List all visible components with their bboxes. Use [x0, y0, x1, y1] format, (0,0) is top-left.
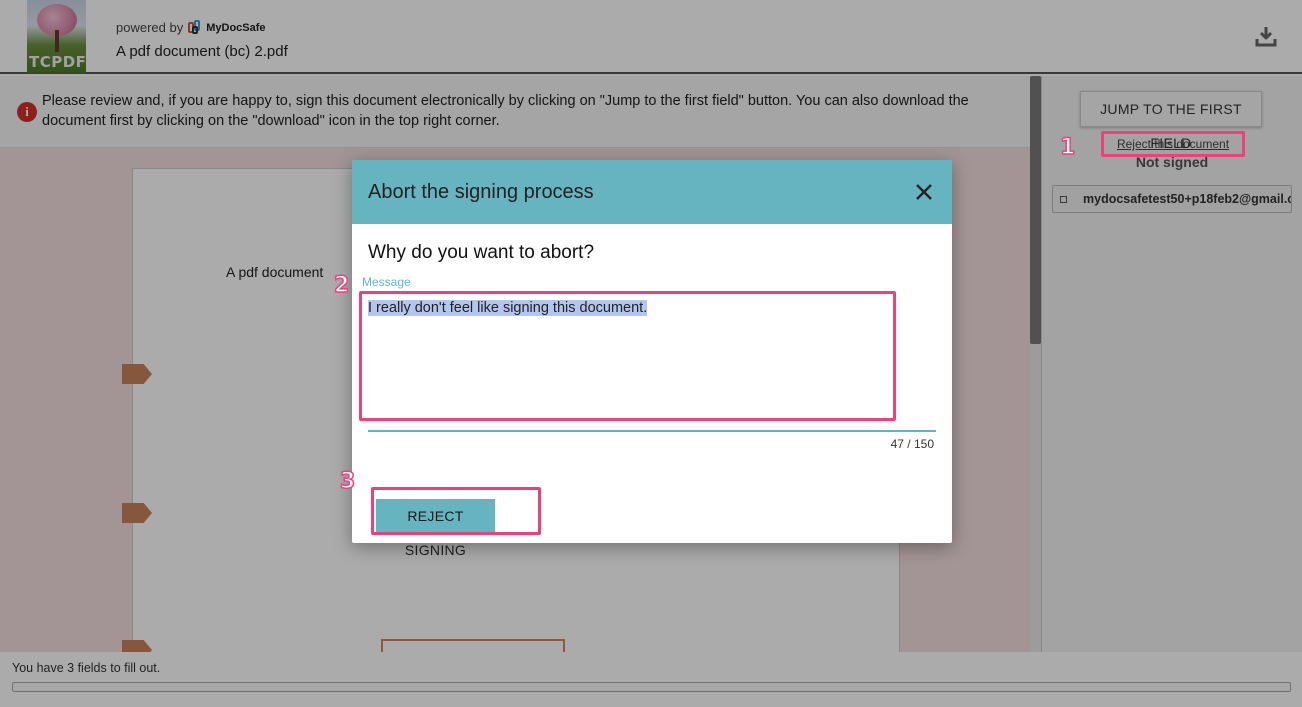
textarea-underline	[368, 430, 936, 432]
abort-signing-dialog: Abort the signing process Why do you wan…	[352, 160, 952, 558]
step-number-2: 2	[333, 272, 350, 299]
dialog-header: Abort the signing process	[352, 160, 952, 224]
close-icon[interactable]	[912, 180, 936, 204]
character-counter: 47 / 150	[890, 437, 934, 451]
reject-signing-button[interactable]: REJECT SIGNING	[376, 499, 495, 558]
dialog-question: Why do you want to abort?	[368, 242, 595, 263]
message-text: I really don't feel like signing this do…	[368, 300, 648, 316]
message-label: Message	[362, 275, 411, 289]
dialog-title: Abort the signing process	[368, 181, 594, 203]
step-number-3: 3	[339, 468, 356, 495]
message-textarea[interactable]: I really don't feel like signing this do…	[368, 300, 936, 430]
step-number-1: 1	[1059, 134, 1076, 161]
